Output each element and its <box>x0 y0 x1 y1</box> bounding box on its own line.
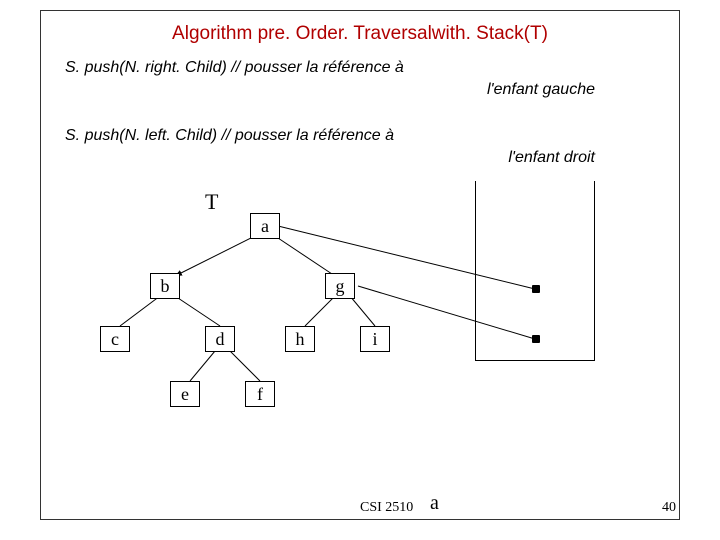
node-c: c <box>100 326 130 352</box>
diagram-area: T a b g c d h i e f <box>65 181 655 441</box>
node-a: a <box>250 213 280 239</box>
page-number: 40 <box>662 500 676 516</box>
code-comment-2: // pousser la référence à <box>222 127 395 144</box>
code-comment-1: // pousser la référence à <box>231 59 404 76</box>
footer-course: CSI 2510 <box>360 500 413 516</box>
node-f: f <box>245 381 275 407</box>
spacer-1 <box>65 113 655 127</box>
node-i: i <box>360 326 390 352</box>
node-b: b <box>150 273 180 299</box>
node-d: d <box>205 326 235 352</box>
node-g: g <box>325 273 355 299</box>
code-call-1: S. push(N. right. Child) <box>65 59 231 76</box>
code-comment-1b: l'enfant gauche <box>65 81 655 99</box>
node-h: h <box>285 326 315 352</box>
node-e: e <box>170 381 200 407</box>
tree-edges <box>65 181 655 441</box>
code-call-2: S. push(N. left. Child) <box>65 127 222 144</box>
slide-title: Algorithm pre. Order. Traversalwith. Sta… <box>65 23 655 45</box>
code-line-2: S. push(N. left. Child) // pousser la ré… <box>65 127 655 145</box>
stack-content-label: a <box>430 492 439 515</box>
code-line-1: S. push(N. right. Child) // pousser la r… <box>65 59 655 77</box>
code-comment-2b: l'enfant droit <box>65 149 655 167</box>
slide-frame: Algorithm pre. Order. Traversalwith. Sta… <box>40 10 680 520</box>
